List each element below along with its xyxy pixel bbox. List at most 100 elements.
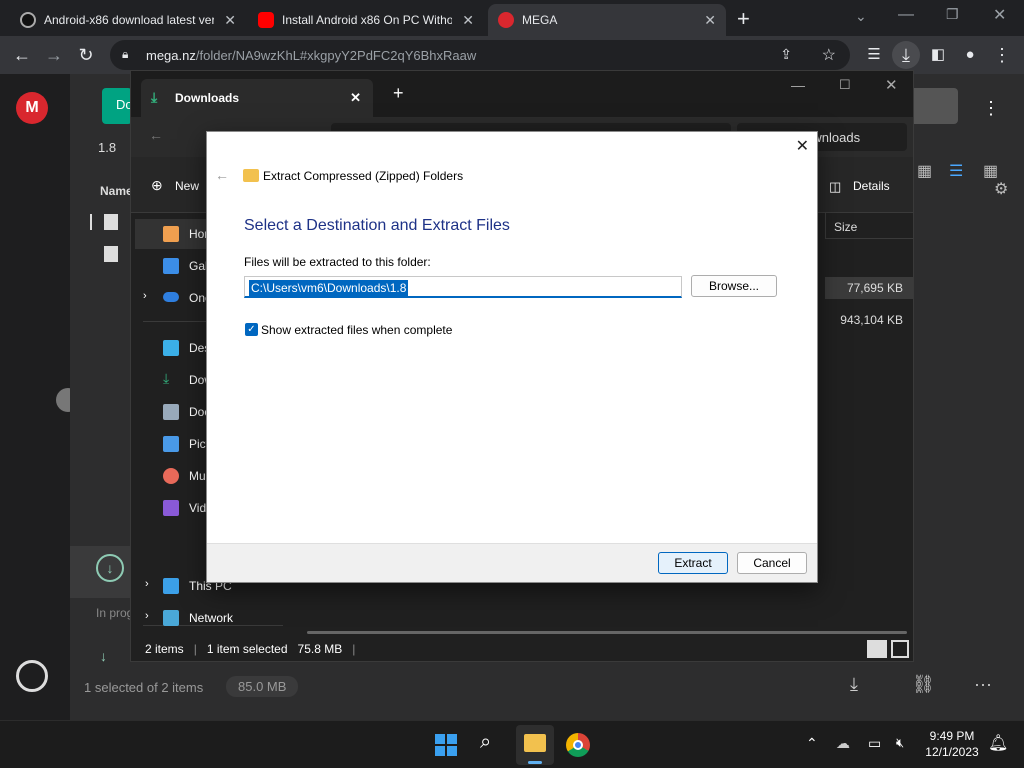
- new-button[interactable]: New: [175, 179, 199, 193]
- cancel-button[interactable]: Cancel: [737, 552, 807, 574]
- link-icon[interactable]: ⛓: [912, 674, 935, 695]
- music-icon: [163, 468, 179, 484]
- thumbnail-view-icon[interactable]: [891, 640, 909, 658]
- network-status-icon[interactable]: ▭: [868, 735, 881, 752]
- size-column-header[interactable]: Size: [825, 213, 913, 239]
- reading-list-icon[interactable]: ☰: [860, 41, 888, 69]
- maximize-icon[interactable]: ☐: [839, 77, 851, 93]
- cloud-offline-icon[interactable]: ☁: [836, 735, 850, 752]
- reload-icon[interactable]: ↻: [72, 41, 100, 69]
- download-icon[interactable]: ⤓: [892, 41, 920, 69]
- column-name-header[interactable]: Name: [100, 184, 133, 198]
- file-explorer-taskbar-button[interactable]: [516, 725, 554, 765]
- field-label: Files will be extracted to this folder:: [244, 255, 431, 269]
- download-action-icon[interactable]: ⤓: [850, 674, 858, 695]
- github-icon: [20, 12, 36, 28]
- browser-toolbar: ← → ↻ 🔒︎ mega.nz/folder/NA9wzKhL#xkgpyY2…: [0, 36, 1024, 74]
- download-folder-icon: ⤓: [151, 89, 158, 105]
- notification-bell-icon[interactable]: 🔔︎: [988, 733, 1008, 753]
- show-files-checkbox[interactable]: ✓: [245, 323, 258, 336]
- view-list-icon[interactable]: ☰: [949, 161, 963, 181]
- horizontal-scrollbar[interactable]: [307, 631, 907, 634]
- explorer-tabbar: ⤓ Downloads ✕ + — ☐ ✕: [131, 71, 913, 117]
- new-tab-icon[interactable]: +: [393, 83, 404, 104]
- mega-left-rail: M: [0, 74, 80, 720]
- download-arrow-icon: ↓: [100, 648, 107, 664]
- close-window-icon[interactable]: ✕: [993, 5, 1006, 25]
- sidebar-item-network[interactable]: › Network: [135, 603, 287, 633]
- row-marker: [90, 214, 92, 230]
- explorer-tab-downloads[interactable]: ⤓ Downloads ✕: [141, 79, 373, 117]
- file-size-cell: 77,695 KB: [825, 277, 913, 299]
- network-icon: [163, 610, 179, 626]
- back-arrow-icon[interactable]: ←: [215, 167, 229, 183]
- chevron-up-icon[interactable]: ⌃: [806, 735, 818, 752]
- back-arrow-icon[interactable]: ←: [8, 41, 36, 69]
- in-progress-label[interactable]: In prog: [96, 606, 133, 620]
- windows-start-icon[interactable]: [435, 734, 457, 756]
- close-tab-icon[interactable]: ✕: [462, 12, 474, 29]
- new-tab-button[interactable]: +: [737, 6, 750, 32]
- minimize-icon[interactable]: —: [791, 77, 805, 93]
- more-icon[interactable]: ···: [974, 674, 992, 695]
- chevron-down-icon[interactable]: ⌄: [855, 8, 867, 25]
- details-button[interactable]: Details: [853, 179, 890, 193]
- chrome-icon[interactable]: [566, 733, 590, 757]
- download-icon: ⤓: [163, 370, 170, 386]
- restore-icon[interactable]: ❐: [946, 6, 959, 23]
- chevron-right-icon[interactable]: ›: [145, 610, 149, 622]
- destination-path-input[interactable]: C:\Users\vm6\Downloads\1.8: [244, 276, 682, 298]
- details-view-icon[interactable]: [867, 640, 887, 658]
- forward-arrow-icon[interactable]: →: [40, 41, 68, 69]
- close-tab-icon[interactable]: ✕: [350, 90, 361, 106]
- chevron-right-icon[interactable]: ›: [143, 290, 147, 302]
- tab-title: Install Android x86 On PC Withou: [282, 13, 452, 27]
- mega-menu-icon[interactable]: ⋮: [982, 98, 1000, 119]
- file-icon: [104, 214, 118, 230]
- close-window-icon[interactable]: ✕: [885, 76, 898, 94]
- mega-icon: [498, 12, 514, 28]
- minimize-icon[interactable]: —: [898, 6, 914, 24]
- menu-kebab-icon[interactable]: ⋮: [988, 41, 1016, 69]
- browser-tab-mega[interactable]: MEGA ✕: [488, 4, 726, 36]
- sidebar-item-label: Network: [189, 611, 234, 625]
- active-indicator: [528, 761, 542, 764]
- sync-icon[interactable]: [16, 660, 48, 692]
- close-tab-icon[interactable]: ✕: [224, 12, 236, 29]
- status-item-count: 2 items: [145, 642, 184, 656]
- side-panel-icon[interactable]: ◧: [924, 41, 952, 69]
- chevron-right-icon[interactable]: ›: [145, 578, 149, 590]
- status-separator: |: [352, 642, 356, 656]
- browser-tab-youtube[interactable]: Install Android x86 On PC Withou ✕: [248, 4, 484, 36]
- documents-icon: [163, 404, 179, 420]
- explorer-tab-title: Downloads: [175, 91, 240, 105]
- clock-time[interactable]: 9:49 PM: [922, 729, 982, 743]
- extract-button[interactable]: Extract: [658, 552, 728, 574]
- view-tiles-icon[interactable]: ▦: [917, 161, 932, 181]
- share-icon[interactable]: ⇪: [780, 46, 792, 63]
- close-tab-icon[interactable]: ✕: [704, 12, 716, 29]
- search-icon[interactable]: ⌕: [480, 731, 491, 754]
- details-icon: ◫: [829, 179, 842, 194]
- volume-muted-icon[interactable]: 🔇︎: [896, 735, 904, 751]
- back-arrow-icon[interactable]: ←: [149, 127, 163, 143]
- clock-date[interactable]: 12/1/2023: [922, 745, 982, 759]
- address-bar[interactable]: 🔒︎ mega.nz/folder/NA9wzKhL#xkgpyY2PdFC2q…: [110, 40, 850, 70]
- view-grid-icon[interactable]: ▦: [983, 161, 998, 181]
- settings-gear-icon[interactable]: ⚙: [994, 179, 1008, 199]
- status-selected: 1 item selected: [206, 642, 288, 656]
- browser-tab-android-x86[interactable]: Android-x86 download latest ver ✕: [10, 4, 246, 36]
- breadcrumb-version[interactable]: 1.8: [98, 140, 116, 155]
- mega-logo[interactable]: M: [16, 92, 48, 124]
- path-value: C:\Users\vm6\Downloads\1.8: [249, 280, 409, 296]
- status-size: 75.8 MB: [297, 642, 343, 656]
- url-path: /folder/NA9wzKhL#xkgpyY2PdFC2qY6BhxRaaw: [195, 47, 477, 63]
- close-icon[interactable]: ✕: [796, 136, 809, 156]
- lock-icon: 🔒︎: [122, 47, 129, 61]
- youtube-icon: [258, 12, 274, 28]
- checkbox-label[interactable]: Show extracted files when complete: [261, 323, 452, 337]
- profile-icon[interactable]: ●: [956, 41, 984, 69]
- star-icon[interactable]: ☆: [822, 45, 836, 65]
- browse-button[interactable]: Browse...: [691, 275, 777, 297]
- download-button-partial[interactable]: Do: [102, 88, 133, 124]
